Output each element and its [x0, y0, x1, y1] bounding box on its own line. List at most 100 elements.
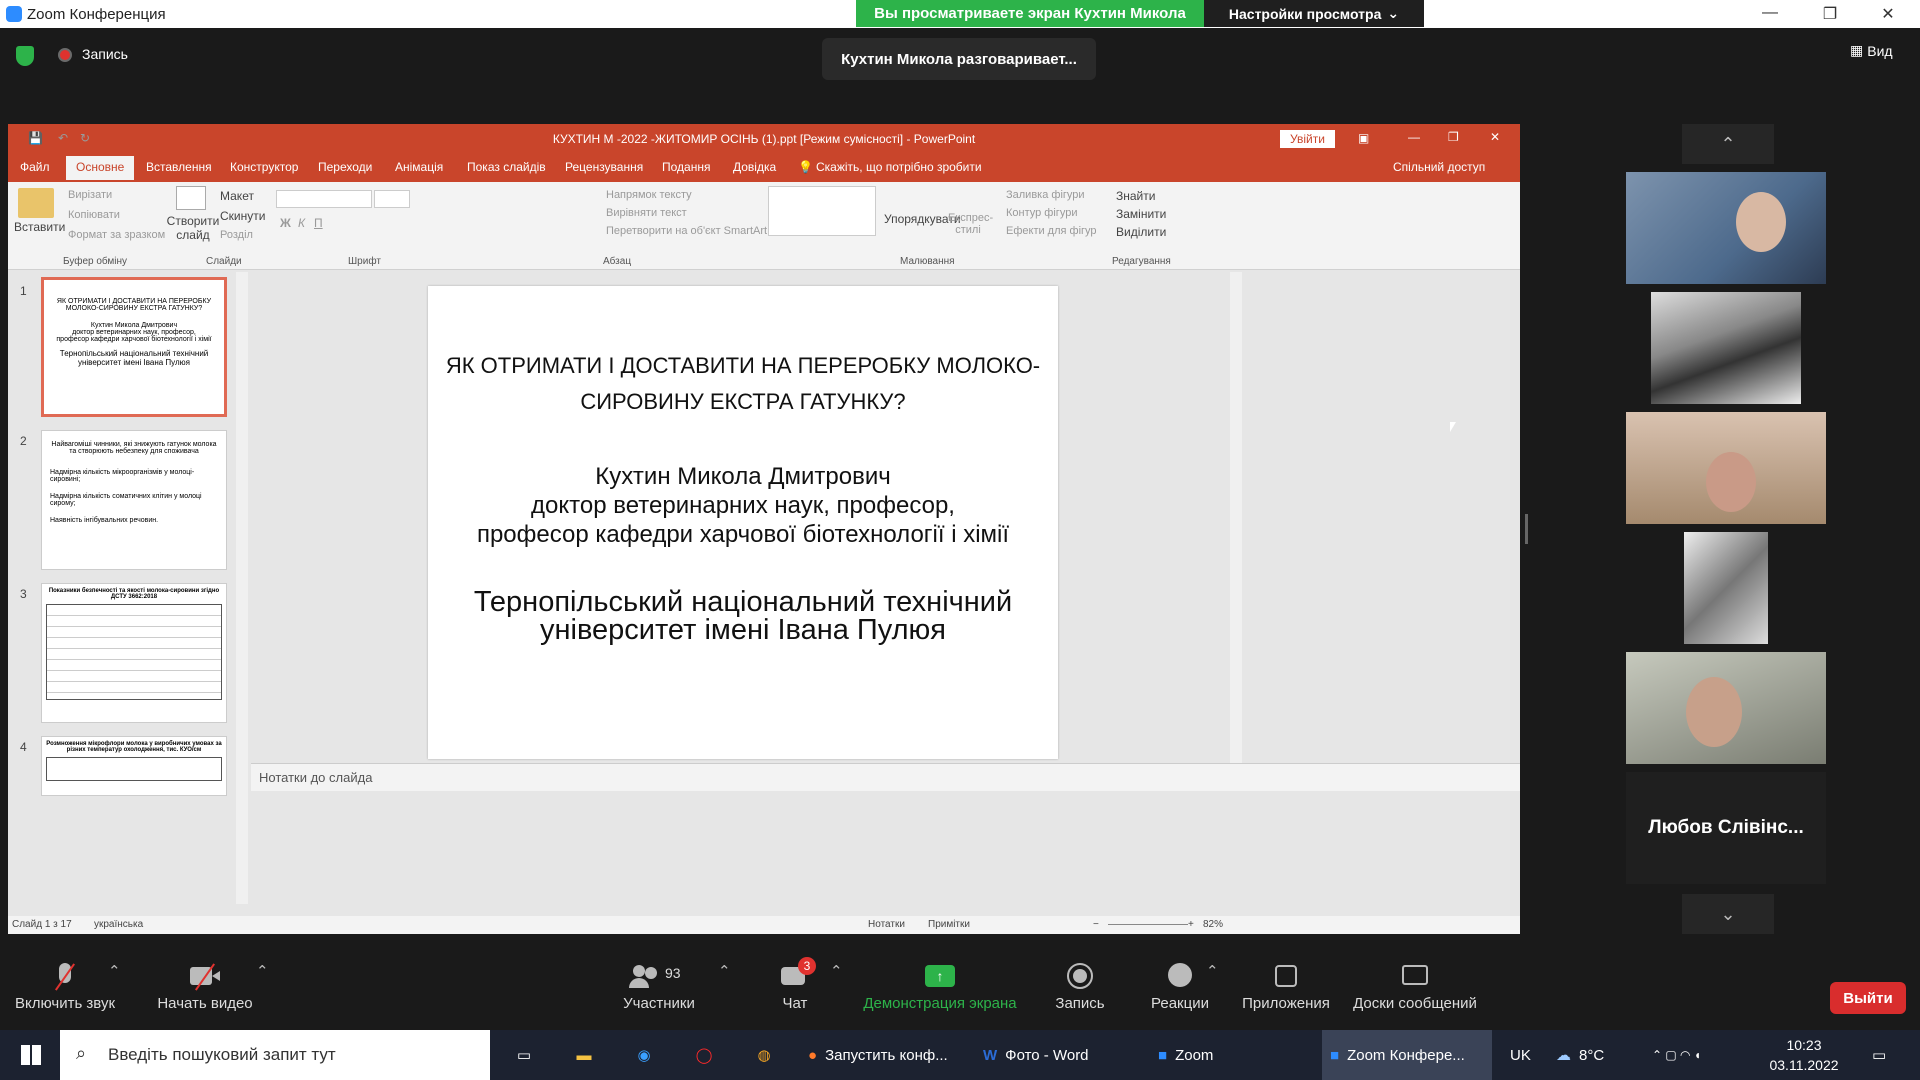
slide-thumbnail-4[interactable]: Розмноження мікрофлори молока у виробнич…: [41, 736, 227, 796]
cut-button[interactable]: Вирізати: [68, 189, 112, 201]
replace-button[interactable]: Замінити: [1116, 207, 1166, 221]
comments-toggle[interactable]: Примітки: [928, 919, 970, 930]
taskbar-search-input[interactable]: ⌕ Введіть пошуковий запит тут: [60, 1030, 490, 1080]
view-button[interactable]: ▦ Вид: [1850, 42, 1893, 59]
underline-icon[interactable]: П: [314, 216, 323, 230]
taskbar-item-word[interactable]: W Фото - Word: [975, 1030, 1097, 1080]
format-painter-button[interactable]: Формат за зразком: [68, 229, 165, 241]
paste-icon[interactable]: [18, 188, 54, 218]
audio-options-chevron-icon[interactable]: ⌃: [108, 962, 121, 980]
select-button[interactable]: Виділити: [1116, 225, 1166, 239]
opera-icon[interactable]: ◯: [686, 1030, 722, 1080]
tab-animations[interactable]: Анімація: [395, 160, 443, 174]
share-screen-button[interactable]: ↑ Демонстрация экрана: [860, 944, 1020, 1030]
zoom-slider[interactable]: [1108, 924, 1188, 925]
tab-transitions[interactable]: Переходи: [318, 160, 372, 174]
reactions-chevron-icon[interactable]: ⌃: [1206, 962, 1219, 980]
current-slide[interactable]: ЯК ОТРИМАТИ І ДОСТАВИТИ НА ПЕРЕРОБКУ МОЛ…: [428, 286, 1058, 759]
video-options-chevron-icon[interactable]: ⌃: [256, 962, 269, 980]
shape-fill-button[interactable]: Заливка фігури: [1006, 189, 1085, 201]
panel-resize-handle[interactable]: [1525, 514, 1528, 544]
participant-video-tile[interactable]: [1626, 652, 1826, 764]
participant-name-tile[interactable]: Любов Слівінс...: [1626, 772, 1826, 884]
view-settings-button[interactable]: Настройки просмотра ⌄: [1204, 0, 1424, 27]
italic-icon[interactable]: К: [298, 216, 305, 230]
tab-help[interactable]: Довідка: [733, 160, 776, 174]
quick-styles-button[interactable]: Експрес-стилі: [948, 212, 993, 236]
taskbar-item-zoom-meeting[interactable]: ■ Zoom Конфере...: [1322, 1030, 1492, 1080]
leave-meeting-button[interactable]: Выйти: [1830, 982, 1906, 1014]
minimize-icon[interactable]: —: [1750, 4, 1790, 22]
scroll-down-icon[interactable]: ⌄: [1682, 894, 1774, 934]
task-view-icon[interactable]: ▭: [506, 1030, 542, 1080]
chat-chevron-icon[interactable]: ⌃: [830, 962, 843, 980]
participant-video-tile[interactable]: [1626, 412, 1826, 524]
notes-toggle[interactable]: Нотатки: [868, 919, 905, 930]
app-icon[interactable]: ◍: [746, 1030, 782, 1080]
slide-thumbnail-1[interactable]: ЯК ОТРИМАТИ І ДОСТАВИТИ НА ПЕРЕРОБКУ МОЛ…: [41, 277, 227, 417]
zoom-out-icon[interactable]: −: [1093, 919, 1099, 930]
participants-button[interactable]: 93 Участники: [614, 944, 704, 1030]
start-video-button[interactable]: Начать видео: [150, 944, 260, 1030]
notifications-icon[interactable]: ▭: [1872, 1030, 1886, 1080]
unmute-button[interactable]: Включить звук: [10, 944, 120, 1030]
participant-video-tile[interactable]: [1626, 172, 1826, 284]
whiteboards-button[interactable]: Доски сообщений: [1350, 944, 1480, 1030]
shapes-gallery[interactable]: [768, 186, 876, 236]
taskbar-item-zoom[interactable]: ■ Zoom: [1150, 1030, 1221, 1080]
encryption-shield-icon[interactable]: [16, 46, 34, 66]
windows-start-icon[interactable]: [16, 1030, 46, 1080]
language-indicator[interactable]: українська: [94, 919, 143, 930]
taskbar-item-firefox[interactable]: ● Запустить конф...: [800, 1030, 956, 1080]
participant-video-tile[interactable]: [1626, 292, 1826, 404]
scroll-up-icon[interactable]: ⌃: [1682, 124, 1774, 164]
language-indicator[interactable]: UK: [1510, 1030, 1531, 1080]
zoom-level[interactable]: 82%: [1203, 919, 1223, 930]
apps-button[interactable]: Приложения: [1236, 944, 1336, 1030]
tab-home[interactable]: Основне: [66, 156, 135, 180]
zoom-in-icon[interactable]: +: [1188, 919, 1194, 930]
convert-smartart-button[interactable]: Перетворити на об'єкт SmartArt: [606, 225, 767, 237]
chat-button[interactable]: 3 Чат: [760, 944, 830, 1030]
close-icon[interactable]: ✕: [1868, 4, 1908, 24]
ppt-minimize-icon[interactable]: —: [1408, 130, 1420, 144]
slide-thumbnail-2[interactable]: Найвагоміші чинники, які знижують гатуно…: [41, 430, 227, 570]
font-family-select[interactable]: [276, 190, 372, 208]
slide-scrollbar[interactable]: [1230, 272, 1242, 763]
shape-effects-button[interactable]: Ефекти для фігур: [1006, 225, 1097, 237]
restore-icon[interactable]: ❐: [1810, 4, 1850, 24]
layout-button[interactable]: Макет: [220, 189, 254, 203]
new-slide-icon[interactable]: [176, 186, 206, 210]
ppt-restore-icon[interactable]: ❐: [1448, 130, 1459, 144]
tell-me-search[interactable]: Скажіть, що потрібно зробити: [816, 160, 982, 174]
slide-thumbnail-3[interactable]: Показники безпечності та якості молока-с…: [41, 583, 227, 723]
bold-icon[interactable]: Ж: [280, 216, 291, 230]
weather-widget[interactable]: ☁ 8°C: [1556, 1030, 1604, 1080]
tab-review[interactable]: Рецензування: [565, 160, 643, 174]
thumbnail-scrollbar[interactable]: [236, 272, 248, 904]
tab-file[interactable]: Файл: [20, 160, 50, 174]
reactions-button[interactable]: Реакции: [1140, 944, 1220, 1030]
find-button[interactable]: Знайти: [1116, 189, 1155, 203]
paste-button[interactable]: Вставити: [14, 220, 65, 234]
participants-chevron-icon[interactable]: ⌃: [718, 962, 731, 980]
edge-icon[interactable]: ◉: [626, 1030, 662, 1080]
section-button[interactable]: Розділ: [220, 229, 253, 241]
participant-video-tile[interactable]: [1626, 532, 1826, 644]
tab-insert[interactable]: Вставлення: [146, 160, 212, 174]
ribbon-display-icon[interactable]: ▣: [1358, 131, 1369, 145]
tab-view[interactable]: Подання: [662, 160, 710, 174]
new-slide-button[interactable]: Створити слайд: [166, 214, 220, 242]
reset-button[interactable]: Скинути: [220, 209, 265, 223]
share-button[interactable]: Спільний доступ: [1393, 160, 1485, 174]
text-direction-button[interactable]: Напрямок тексту: [606, 189, 692, 201]
shape-outline-button[interactable]: Контур фігури: [1006, 207, 1077, 219]
align-text-button[interactable]: Вирівняти текст: [606, 207, 687, 219]
sign-in-button[interactable]: Увійти: [1280, 130, 1335, 148]
notes-pane[interactable]: Нотатки до слайда: [251, 763, 1520, 791]
tab-slideshow[interactable]: Показ слайдів: [467, 160, 546, 174]
clock[interactable]: 10:23 03.11.2022: [1764, 1035, 1844, 1075]
record-button[interactable]: Запись: [1040, 944, 1120, 1030]
file-explorer-icon[interactable]: ▬: [566, 1030, 602, 1080]
tab-design[interactable]: Конструктор: [230, 160, 298, 174]
